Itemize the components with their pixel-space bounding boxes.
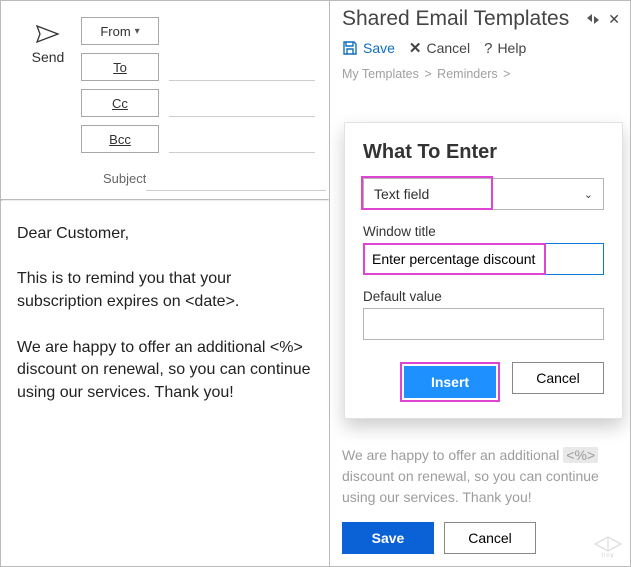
chevron-right-icon: > bbox=[424, 67, 431, 81]
dialog-title: What To Enter bbox=[363, 141, 604, 164]
bcc-field[interactable] bbox=[169, 125, 315, 153]
x-icon: ✕ bbox=[409, 39, 422, 57]
template-preview: We are happy to offer an additional <%> … bbox=[330, 441, 630, 512]
what-to-enter-dialog: What To Enter Text field ⌄ Window title … bbox=[344, 122, 623, 419]
to-button[interactable]: To bbox=[81, 53, 159, 81]
subject-input[interactable] bbox=[146, 165, 326, 191]
insert-button[interactable]: Insert bbox=[404, 366, 496, 398]
field-type-value: Text field bbox=[374, 186, 429, 202]
panel-title: Shared Email Templates bbox=[342, 7, 569, 31]
send-label: Send bbox=[32, 49, 65, 65]
editor-save-button[interactable]: Save bbox=[342, 522, 434, 554]
close-icon[interactable]: ✕ bbox=[608, 12, 620, 26]
panel-help-action[interactable]: ? Help bbox=[484, 40, 526, 57]
breadcrumb[interactable]: My Templates > Reminders > bbox=[330, 65, 630, 87]
email-composer: Send From ▾ To bbox=[1, 1, 330, 566]
chevron-down-icon: ▾ bbox=[135, 26, 140, 37]
cc-button[interactable]: Cc bbox=[81, 89, 159, 117]
default-value-input[interactable] bbox=[363, 308, 604, 340]
placeholder-token: <%> bbox=[563, 447, 598, 463]
window-title-input[interactable] bbox=[363, 243, 604, 275]
to-label: To bbox=[113, 60, 127, 75]
from-label: From bbox=[100, 24, 130, 39]
cc-field[interactable] bbox=[169, 89, 315, 117]
panel-save-action[interactable]: Save bbox=[342, 40, 395, 56]
window-title-label: Window title bbox=[363, 224, 604, 239]
panel-cancel-label: Cancel bbox=[427, 40, 471, 56]
email-body[interactable]: Dear Customer, This is to remind you tha… bbox=[1, 201, 329, 566]
chevron-right-icon: > bbox=[503, 67, 510, 81]
from-button[interactable]: From ▾ bbox=[81, 17, 159, 45]
breadcrumb-item[interactable]: Reminders bbox=[437, 67, 497, 81]
to-field[interactable] bbox=[169, 53, 315, 81]
expand-icon[interactable] bbox=[586, 13, 600, 25]
breadcrumb-item[interactable]: My Templates bbox=[342, 67, 419, 81]
send-button[interactable]: Send bbox=[15, 17, 81, 161]
default-value-label: Default value bbox=[363, 289, 604, 304]
help-icon: ? bbox=[484, 40, 492, 57]
subject-label: Subject bbox=[103, 171, 146, 186]
panel-save-label: Save bbox=[363, 40, 395, 56]
panel-help-label: Help bbox=[497, 40, 526, 56]
highlight-box: Insert bbox=[400, 362, 500, 402]
send-icon bbox=[36, 25, 60, 43]
chevron-down-icon: ⌄ bbox=[584, 188, 593, 201]
bcc-button[interactable]: Bcc bbox=[81, 125, 159, 153]
panel-cancel-action[interactable]: ✕ Cancel bbox=[409, 39, 470, 57]
editor-cancel-button[interactable]: Cancel bbox=[444, 522, 536, 554]
dialog-cancel-button[interactable]: Cancel bbox=[512, 362, 604, 394]
bcc-label: Bcc bbox=[109, 132, 131, 147]
save-icon bbox=[342, 40, 358, 56]
field-type-select[interactable]: Text field ⌄ bbox=[363, 178, 604, 210]
cc-label: Cc bbox=[112, 96, 128, 111]
